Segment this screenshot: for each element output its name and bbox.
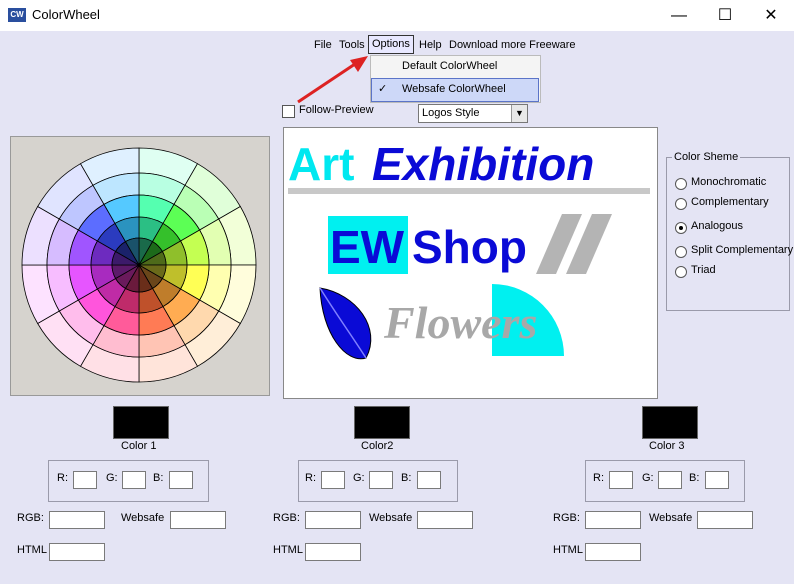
color-wheel[interactable] bbox=[10, 136, 268, 394]
minimize-button[interactable]: — bbox=[656, 0, 702, 31]
label-split-complementary: Split Complementary bbox=[691, 244, 794, 256]
color3-websafe-input[interactable] bbox=[697, 511, 753, 529]
color3-g-label: G: bbox=[642, 472, 654, 484]
color2-rgb-input[interactable] bbox=[305, 511, 361, 529]
label-analogous: Analogous bbox=[691, 220, 743, 232]
follow-preview-checkbox[interactable] bbox=[282, 105, 295, 118]
close-button[interactable]: ✕ bbox=[748, 0, 794, 31]
menu-help[interactable]: Help bbox=[416, 37, 445, 53]
color2-b-label: B: bbox=[401, 472, 412, 484]
color2-r-label: R: bbox=[305, 472, 316, 484]
app-icon: CW bbox=[8, 8, 26, 22]
label-triad: Triad bbox=[691, 264, 716, 276]
color3-b-label: B: bbox=[689, 472, 700, 484]
color2-g-input[interactable] bbox=[369, 471, 393, 489]
color1-websafe-input[interactable] bbox=[170, 511, 226, 529]
color3-rgb-label: RGB: bbox=[553, 512, 580, 524]
style-select[interactable]: Logos Style ▼ bbox=[418, 104, 528, 123]
radio-complementary[interactable] bbox=[675, 198, 687, 210]
flowers-text: Flowers bbox=[384, 297, 538, 348]
color1-rgb-input[interactable] bbox=[49, 511, 105, 529]
menu-websafe-colorwheel[interactable]: Websafe ColorWheel bbox=[402, 78, 506, 100]
exhibition-text: Exhibition bbox=[372, 138, 595, 190]
color3-r-input[interactable] bbox=[609, 471, 633, 489]
color3-b-input[interactable] bbox=[705, 471, 729, 489]
color1-b-input[interactable] bbox=[169, 471, 193, 489]
color2-websafe-input[interactable] bbox=[417, 511, 473, 529]
art-text: Art bbox=[288, 138, 355, 190]
color3-html-input[interactable] bbox=[585, 543, 641, 561]
radio-analogous[interactable] bbox=[675, 222, 687, 234]
color2-rgb-label: RGB: bbox=[273, 512, 300, 524]
color3-swatch[interactable] bbox=[642, 406, 698, 439]
chevron-down-icon[interactable]: ▼ bbox=[511, 105, 527, 122]
underline-bar bbox=[288, 188, 650, 194]
label-monochromatic: Monochromatic bbox=[691, 176, 767, 188]
color3-g-input[interactable] bbox=[658, 471, 682, 489]
color1-html-label: HTML bbox=[17, 544, 47, 556]
style-select-value: Logos Style bbox=[422, 107, 480, 119]
color3-r-label: R: bbox=[593, 472, 604, 484]
window-title: ColorWheel bbox=[32, 7, 100, 22]
arrow-annotation bbox=[297, 56, 368, 104]
color1-b-label: B: bbox=[153, 472, 164, 484]
shop-text: Shop bbox=[412, 221, 527, 273]
menu-download[interactable]: Download more Freeware bbox=[446, 37, 579, 53]
color2-label: Color2 bbox=[361, 440, 394, 452]
color3-rgb-input[interactable] bbox=[585, 511, 641, 529]
radio-triad[interactable] bbox=[675, 266, 687, 278]
color3-label: Color 3 bbox=[649, 440, 685, 452]
color1-r-label: R: bbox=[57, 472, 68, 484]
color1-label: Color 1 bbox=[121, 440, 157, 452]
color2-websafe-label: Websafe bbox=[369, 512, 413, 524]
color1-rgb-label: RGB: bbox=[17, 512, 44, 524]
color1-g-input[interactable] bbox=[122, 471, 146, 489]
color2-g-label: G: bbox=[353, 472, 365, 484]
ew-text: EW bbox=[330, 221, 405, 273]
color-scheme-title: Color Sheme bbox=[672, 151, 741, 163]
color1-html-input[interactable] bbox=[49, 543, 105, 561]
menu-default-colorwheel[interactable]: Default ColorWheel bbox=[402, 55, 497, 77]
follow-preview-label: Follow-Preview bbox=[299, 104, 374, 116]
color3-html-label: HTML bbox=[553, 544, 583, 556]
color1-websafe-label: Websafe bbox=[121, 512, 165, 524]
color2-html-label: HTML bbox=[273, 544, 303, 556]
radio-monochromatic[interactable] bbox=[675, 178, 687, 190]
color2-r-input[interactable] bbox=[321, 471, 345, 489]
leaf-graphic bbox=[319, 287, 372, 360]
color2-swatch[interactable] bbox=[354, 406, 410, 439]
check-icon: ✓ bbox=[378, 83, 388, 95]
color1-g-label: G: bbox=[106, 472, 118, 484]
slash-graphic bbox=[536, 214, 612, 274]
radio-split-complementary[interactable] bbox=[675, 246, 687, 258]
maximize-button[interactable]: ☐ bbox=[702, 0, 748, 31]
color2-b-input[interactable] bbox=[417, 471, 441, 489]
color1-swatch[interactable] bbox=[113, 406, 169, 439]
color3-websafe-label: Websafe bbox=[649, 512, 693, 524]
label-complementary: Complementary bbox=[691, 196, 769, 208]
color1-r-input[interactable] bbox=[73, 471, 97, 489]
color2-html-input[interactable] bbox=[305, 543, 361, 561]
